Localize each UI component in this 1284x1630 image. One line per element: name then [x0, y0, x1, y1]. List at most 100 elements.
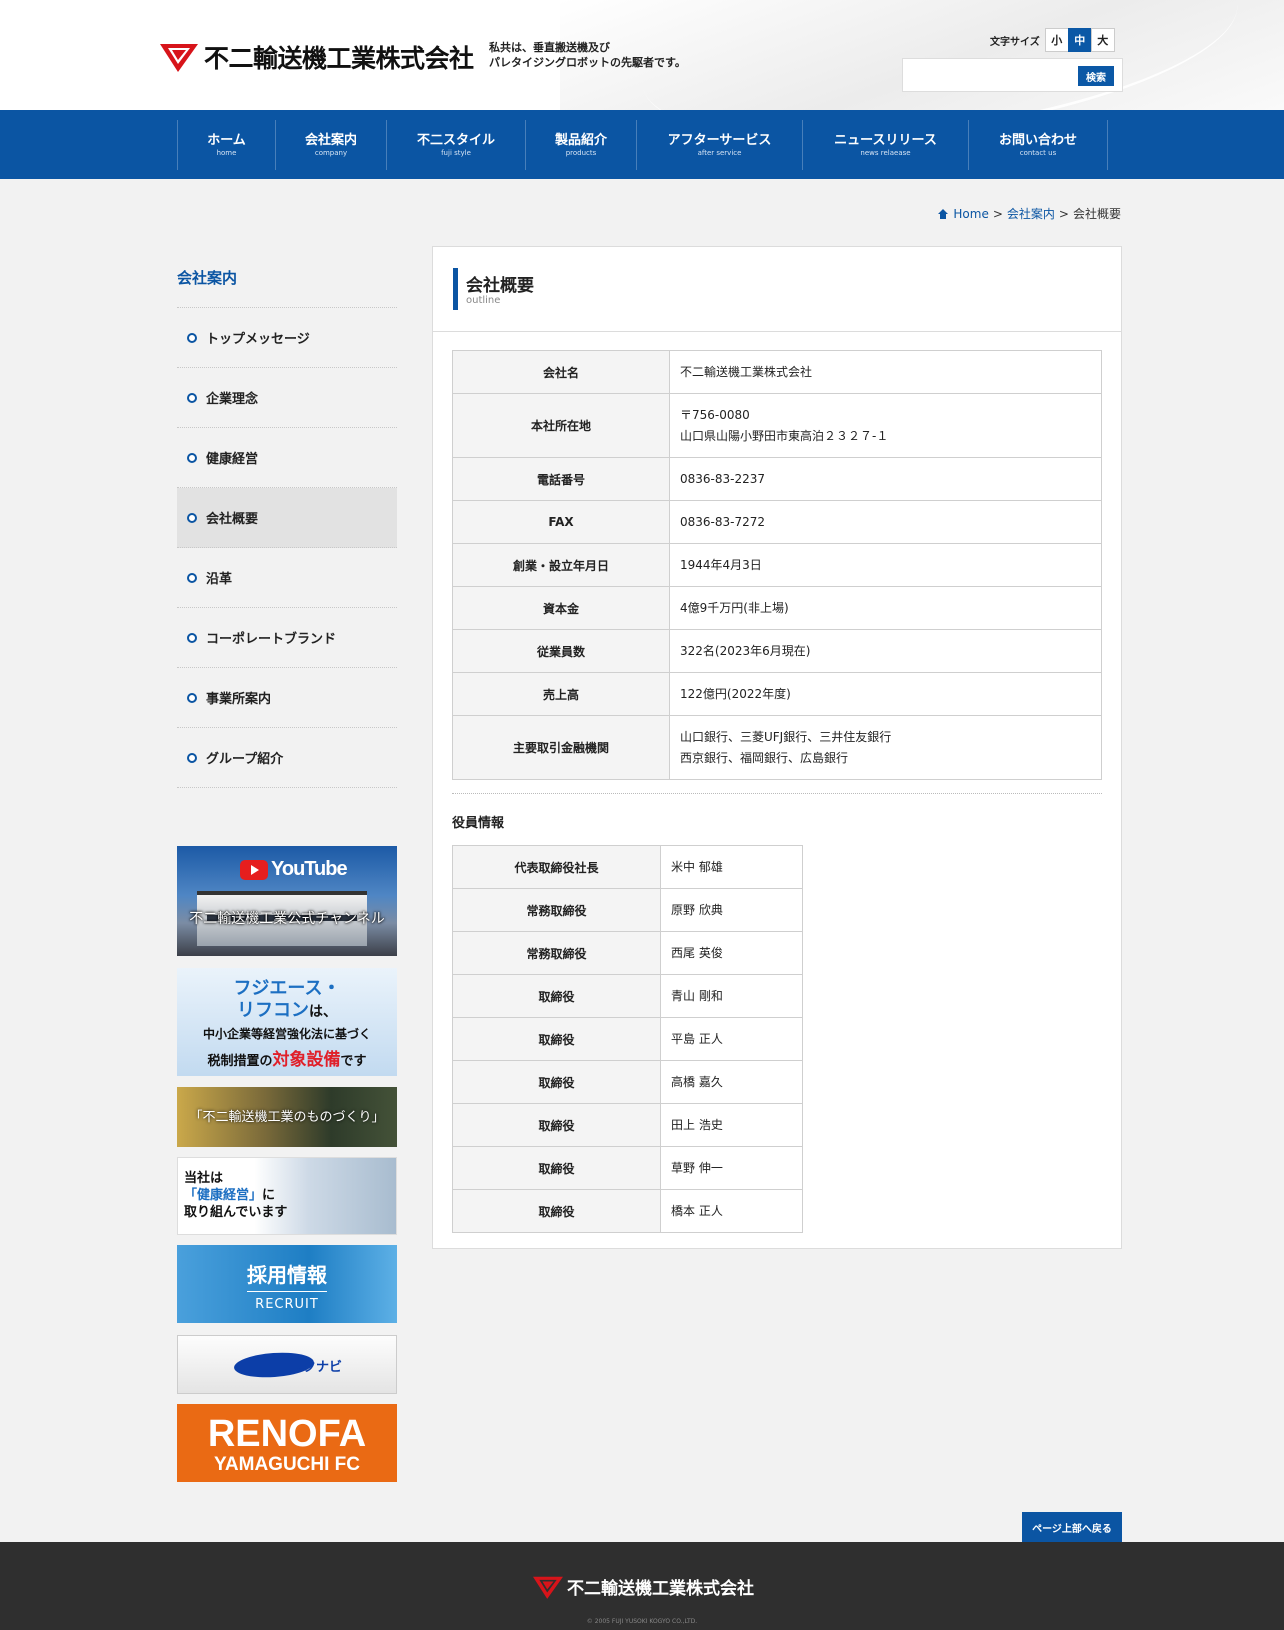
breadcrumb-home-link[interactable]: Home — [953, 207, 988, 221]
row-value: 〒756-0080 山口県山陽小野田市東高泊２３２７-１ — [669, 393, 1102, 458]
sidebar-item-label: 事業所案内 — [206, 692, 272, 707]
recruit-divider — [247, 1291, 327, 1292]
sidebar-item-label: 会社概要 — [206, 512, 259, 527]
font-size-large-button[interactable]: 大 — [1090, 28, 1115, 52]
officer-name: 田上 浩史 — [660, 1103, 803, 1147]
breadcrumb-separator: > — [992, 206, 1003, 221]
row-value: 0836-83-2237 — [669, 457, 1102, 501]
officer-role: 取締役 — [452, 1017, 661, 1061]
sidebar-item-history[interactable]: 沿革 — [177, 548, 397, 608]
global-nav: ホーム home 会社案内 company 不二スタイル fuji style 製品紹… — [0, 110, 1284, 179]
officer-role: 常務取締役 — [452, 931, 661, 975]
sidebar-item-corporate-brand[interactable]: コーポレートブランド — [177, 608, 397, 668]
fujiace-tax-banner[interactable]: フジエース・ リフコンは、 中小企業等経営強化法に基づく 税制措置の対象設備です — [177, 968, 397, 1076]
table-row: 常務取締役 西尾 英俊 — [452, 931, 803, 975]
sidebar-item-label: コーポレートブランド — [206, 632, 337, 647]
health-management-banner[interactable]: 当社は 「健康経営」に 取り組んでいます — [177, 1157, 397, 1235]
sidebar-item-offices[interactable]: 事業所案内 — [177, 668, 397, 728]
address: 山口県山陽小野田市東高泊２３２７-１ — [680, 428, 889, 443]
font-size-medium-button[interactable]: 中 — [1067, 28, 1092, 52]
page-title: 会社概要 — [466, 276, 534, 296]
fujiace-line-2a: リフコン — [237, 1000, 309, 1021]
font-size-small-button[interactable]: 小 — [1044, 28, 1069, 52]
table-row: 取締役 草野 伸一 — [452, 1146, 803, 1190]
fujiace-line-2: リフコンは、 — [177, 1000, 397, 1023]
banks-line-2: 西京銀行、福岡銀行、広島銀行 — [680, 750, 849, 765]
officer-role: 取締役 — [452, 1146, 661, 1190]
bullet-icon — [187, 512, 197, 523]
sidebar-item-group[interactable]: グループ紹介 — [177, 728, 397, 788]
recruit-title: 採用情報 — [247, 1263, 327, 1287]
search-input[interactable] — [907, 63, 1067, 87]
banks-line-1: 山口銀行、三菱UFJ銀行、三井住友銀行 — [680, 729, 892, 744]
nav-item-after-service[interactable]: アフターサービス after service — [637, 120, 803, 170]
copyright: © 2005 FUJI YUSOKI KOGYO CO.,LTD. — [586, 1618, 698, 1625]
sidebar-item-philosophy[interactable]: 企業理念 — [177, 368, 397, 428]
sidebar-item-label: グループ紹介 — [206, 752, 284, 767]
table-row: 取締役 高橋 嘉久 — [452, 1060, 803, 1104]
officer-role: 取締役 — [452, 974, 661, 1018]
sidebar-item-health-management[interactable]: 健康経営 — [177, 428, 397, 488]
officer-name: 平島 正人 — [660, 1017, 803, 1061]
search-button[interactable]: 検索 — [1078, 66, 1114, 86]
row-value: 山口銀行、三菱UFJ銀行、三井住友銀行 西京銀行、福岡銀行、広島銀行 — [669, 715, 1102, 780]
nav-label: ニュースリリース — [834, 132, 937, 148]
sidebar-title: 会社案内 — [177, 248, 397, 308]
fujiace-line-4: 税制措置の対象設備です — [177, 1045, 397, 1070]
row-value: 322名(2023年6月現在) — [669, 629, 1102, 673]
nav-label: 不二スタイル — [416, 132, 495, 148]
table-row: 本社所在地 〒756-0080 山口県山陽小野田市東高泊２３２７-１ — [452, 393, 1102, 458]
sidebar-item-top-message[interactable]: トップメッセージ — [177, 308, 397, 368]
sidebar-item-label: トップメッセージ — [206, 332, 310, 347]
officer-role: 取締役 — [452, 1189, 661, 1233]
main-content: 会社概要 outline 会社名 不二輸送機工業株式会社 本社所在地 〒756-00… — [432, 246, 1122, 1249]
bullet-icon — [187, 752, 197, 763]
nav-item-company[interactable]: 会社案内 company — [276, 120, 387, 170]
nav-label: 会社案内 — [304, 132, 357, 148]
row-value: 4億9千万円(非上場) — [669, 586, 1102, 630]
nav-item-home[interactable]: ホーム home — [178, 120, 276, 170]
youtube-logo: YouTube — [240, 858, 348, 881]
bullet-icon — [187, 572, 197, 583]
nav-item-fuji-style[interactable]: 不二スタイル fuji style — [387, 120, 526, 170]
home-icon — [938, 208, 949, 219]
nav-item-contact[interactable]: お問い合わせ contact us — [969, 120, 1108, 170]
recruit-banner[interactable]: 採用情報 RECRUIT — [177, 1245, 397, 1323]
company-logo[interactable]: 不二輸送機工業株式会社 — [160, 40, 474, 74]
page-header: 会社概要 outline — [433, 247, 1121, 332]
nav-item-news-release[interactable]: ニュースリリース news relaease — [803, 120, 969, 170]
row-label: 電話番号 — [452, 457, 670, 501]
recruit-subtitle: RECRUIT — [255, 1297, 319, 1312]
fujiace-line-2b: は、 — [309, 1004, 337, 1020]
breadcrumb-company-link[interactable]: 会社案内 — [1007, 205, 1055, 222]
sidebar-item-label: 沿革 — [206, 572, 233, 587]
health-line-1: 当社は — [184, 1171, 224, 1186]
youtube-channel-banner[interactable]: YouTube 不二輸送機工業公式チャンネル — [177, 846, 397, 956]
renofa-title: RENOFA — [207, 1413, 367, 1455]
rikunabi-banner[interactable]: リクナビ — [177, 1335, 397, 1394]
back-to-top-button[interactable]: ページ上部へ戻る — [1022, 1512, 1122, 1542]
bullet-icon — [187, 452, 197, 463]
renofa-yamaguchi-banner[interactable]: RENOFA YAMAGUCHI FC — [177, 1404, 397, 1482]
nav-label: ホーム — [207, 132, 246, 148]
table-row: 売上高 122億円(2022年度) — [452, 672, 1102, 716]
health-line-2: 「健康経営」に — [184, 1187, 287, 1204]
table-row: 従業員数 322名(2023年6月現在) — [452, 629, 1102, 673]
breadcrumb-separator: > — [1058, 206, 1069, 221]
nav-sublabel: company — [314, 148, 348, 157]
officer-name: 米中 郁雄 — [660, 845, 803, 889]
section-divider — [452, 793, 1102, 794]
row-label: FAX — [452, 500, 670, 544]
table-row: 電話番号 0836-83-2237 — [452, 457, 1102, 501]
nav-item-products[interactable]: 製品紹介 products — [526, 120, 637, 170]
nav-sublabel: contact us — [1019, 148, 1057, 157]
officer-name: 青山 剛和 — [660, 974, 803, 1018]
footer-logo[interactable]: 不二輸送機工業株式会社 — [533, 1574, 754, 1599]
logo-mark-icon — [533, 1576, 563, 1599]
nav-sublabel: products — [565, 148, 597, 157]
officer-name: 橋本 正人 — [660, 1189, 803, 1233]
officer-role: 取締役 — [452, 1060, 661, 1104]
sidebar-item-outline[interactable]: 会社概要 — [177, 488, 397, 548]
fujiace-line-3: 中小企業等経営強化法に基づく — [202, 1027, 371, 1041]
monozukuri-banner[interactable]: 「不二輸送機工業のものづくり」 — [177, 1087, 397, 1147]
